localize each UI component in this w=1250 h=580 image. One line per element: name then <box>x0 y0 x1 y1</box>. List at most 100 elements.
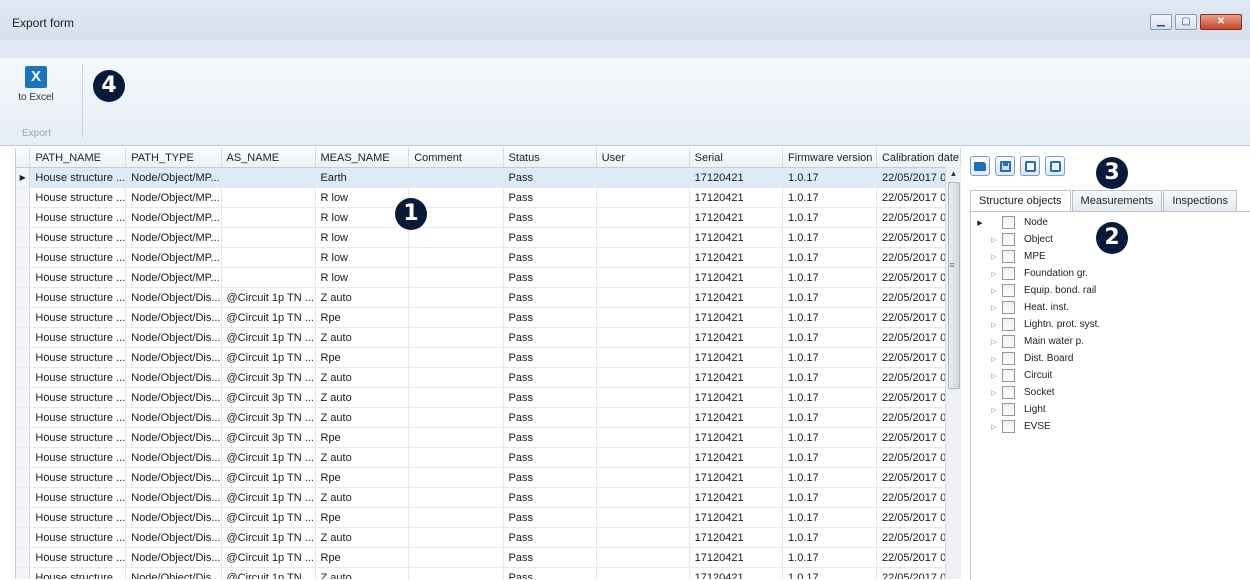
row-indicator[interactable] <box>16 227 31 248</box>
table-cell[interactable]: Z auto <box>315 407 410 428</box>
table-cell[interactable]: House structure ... <box>29 187 127 208</box>
table-cell[interactable] <box>596 247 690 268</box>
row-indicator[interactable] <box>16 567 31 579</box>
table-cell[interactable]: Node/Object/Dis... <box>125 527 222 548</box>
row-indicator[interactable] <box>16 287 31 308</box>
table-cell[interactable]: House structure ... <box>29 167 127 188</box>
table-cell[interactable] <box>221 207 316 228</box>
table-cell[interactable]: House structure ... <box>29 367 127 388</box>
table-cell[interactable]: 17120421 <box>689 167 784 188</box>
table-cell[interactable]: 1.0.17 <box>782 387 877 408</box>
table-cell[interactable]: Node/Object/MP... <box>125 247 222 268</box>
tree-node[interactable]: ▷ Heat. inst. <box>971 299 1069 316</box>
table-cell[interactable]: Node/Object/Dis... <box>125 467 222 488</box>
table-cell[interactable]: 17120421 <box>689 227 784 248</box>
table-cell[interactable] <box>408 487 504 508</box>
table-cell[interactable]: 1.0.17 <box>782 207 877 228</box>
table-cell[interactable]: Pass <box>503 327 597 348</box>
table-cell[interactable]: Z auto <box>315 487 410 508</box>
table-cell[interactable]: @Circuit 3p TN ... <box>221 387 316 408</box>
expand-icon[interactable]: ▷ <box>989 304 999 312</box>
scrollbar-thumb[interactable] <box>948 182 960 389</box>
expand-icon[interactable]: ▷ <box>989 321 999 329</box>
table-cell[interactable] <box>221 187 316 208</box>
table-cell[interactable]: @Circuit 1p TN ... <box>221 347 316 368</box>
column-header[interactable]: MEAS_NAME <box>315 148 410 168</box>
table-cell[interactable]: House structure ... <box>29 527 127 548</box>
tree-node[interactable]: ▷ Circuit <box>971 367 1052 384</box>
column-header[interactable]: Status <box>503 148 597 168</box>
table-cell[interactable]: R low <box>315 187 410 208</box>
tree-checkbox[interactable] <box>1002 250 1015 263</box>
tree-node[interactable]: ▷ Equip. bond. rail <box>971 282 1096 299</box>
table-cell[interactable]: Pass <box>503 427 597 448</box>
tree-checkbox[interactable] <box>1002 216 1015 229</box>
table-cell[interactable]: 1.0.17 <box>782 367 877 388</box>
table-cell[interactable]: 1.0.17 <box>782 227 877 248</box>
table-cell[interactable]: @Circuit 1p TN ... <box>221 507 316 528</box>
table-cell[interactable]: 1.0.17 <box>782 267 877 288</box>
table-cell[interactable]: 17120421 <box>689 207 784 228</box>
table-cell[interactable]: 1.0.17 <box>782 527 877 548</box>
row-indicator[interactable] <box>16 367 31 388</box>
table-cell[interactable]: @Circuit 1p TN ... <box>221 327 316 348</box>
table-cell[interactable]: 1.0.17 <box>782 567 877 579</box>
table-cell[interactable]: 17120421 <box>689 567 784 579</box>
table-cell[interactable]: @Circuit 1p TN ... <box>221 547 316 568</box>
table-cell[interactable] <box>596 407 690 428</box>
table-cell[interactable] <box>408 327 504 348</box>
table-cell[interactable] <box>596 367 690 388</box>
table-cell[interactable]: Node/Object/Dis... <box>125 567 222 579</box>
table-cell[interactable]: 17120421 <box>689 327 784 348</box>
expand-icon[interactable]: ▷ <box>989 406 999 414</box>
table-cell[interactable]: 17120421 <box>689 487 784 508</box>
tree-node[interactable]: ▷ Foundation gr. <box>971 265 1088 282</box>
table-cell[interactable]: 1.0.17 <box>782 407 877 428</box>
tree-checkbox[interactable] <box>1002 420 1015 433</box>
table-cell[interactable]: House structure ... <box>29 487 127 508</box>
table-cell[interactable]: 17120421 <box>689 407 784 428</box>
table-cell[interactable]: @Circuit 1p TN ... <box>221 487 316 508</box>
tab-inspections[interactable]: Inspections <box>1163 190 1237 211</box>
table-cell[interactable]: Z auto <box>315 447 410 468</box>
table-row[interactable]: House structure ... Node/Object/Dis... @Ci… <box>16 327 961 348</box>
table-cell[interactable]: Pass <box>503 567 597 579</box>
row-indicator[interactable]: ▶ <box>16 167 31 188</box>
table-cell[interactable]: Pass <box>503 407 597 428</box>
table-cell[interactable]: House structure ... <box>29 207 127 228</box>
table-row[interactable]: House structure ... Node/Object/Dis... @Ci… <box>16 447 961 468</box>
table-cell[interactable]: Rpe <box>315 547 410 568</box>
tab-measurements[interactable]: Measurements <box>1071 190 1163 211</box>
expand-icon[interactable]: ▷ <box>989 236 999 244</box>
table-cell[interactable]: Pass <box>503 547 597 568</box>
table-cell[interactable] <box>596 307 690 328</box>
table-row[interactable]: House structure ... Node/Object/MP... R lo… <box>16 187 961 208</box>
minimize-button[interactable]: ▁ <box>1150 14 1172 30</box>
check-all-button[interactable] <box>1020 156 1040 176</box>
table-cell[interactable]: House structure ... <box>29 547 127 568</box>
column-header[interactable]: Serial <box>689 148 784 168</box>
table-cell[interactable]: Pass <box>503 487 597 508</box>
row-indicator[interactable] <box>16 487 31 508</box>
tree-checkbox[interactable] <box>1002 403 1015 416</box>
table-cell[interactable]: Node/Object/MP... <box>125 207 222 228</box>
table-row[interactable]: House structure ... Node/Object/Dis... @Ci… <box>16 567 961 579</box>
expand-icon[interactable]: ▷ <box>989 389 999 397</box>
table-cell[interactable]: Node/Object/Dis... <box>125 507 222 528</box>
table-cell[interactable]: Node/Object/Dis... <box>125 367 222 388</box>
table-cell[interactable]: 17120421 <box>689 347 784 368</box>
table-cell[interactable]: Node/Object/Dis... <box>125 487 222 508</box>
table-cell[interactable]: @Circuit 3p TN ... <box>221 367 316 388</box>
table-cell[interactable]: 1.0.17 <box>782 427 877 448</box>
tree-node[interactable]: ▷ MPE <box>971 248 1046 265</box>
table-cell[interactable]: 17120421 <box>689 247 784 268</box>
table-cell[interactable] <box>596 347 690 368</box>
table-cell[interactable] <box>596 547 690 568</box>
open-button[interactable] <box>970 156 990 176</box>
table-cell[interactable] <box>408 567 504 579</box>
table-cell[interactable]: Pass <box>503 467 597 488</box>
table-cell[interactable]: 17120421 <box>689 307 784 328</box>
table-cell[interactable]: House structure ... <box>29 387 127 408</box>
table-cell[interactable]: Pass <box>503 167 597 188</box>
table-cell[interactable] <box>221 227 316 248</box>
